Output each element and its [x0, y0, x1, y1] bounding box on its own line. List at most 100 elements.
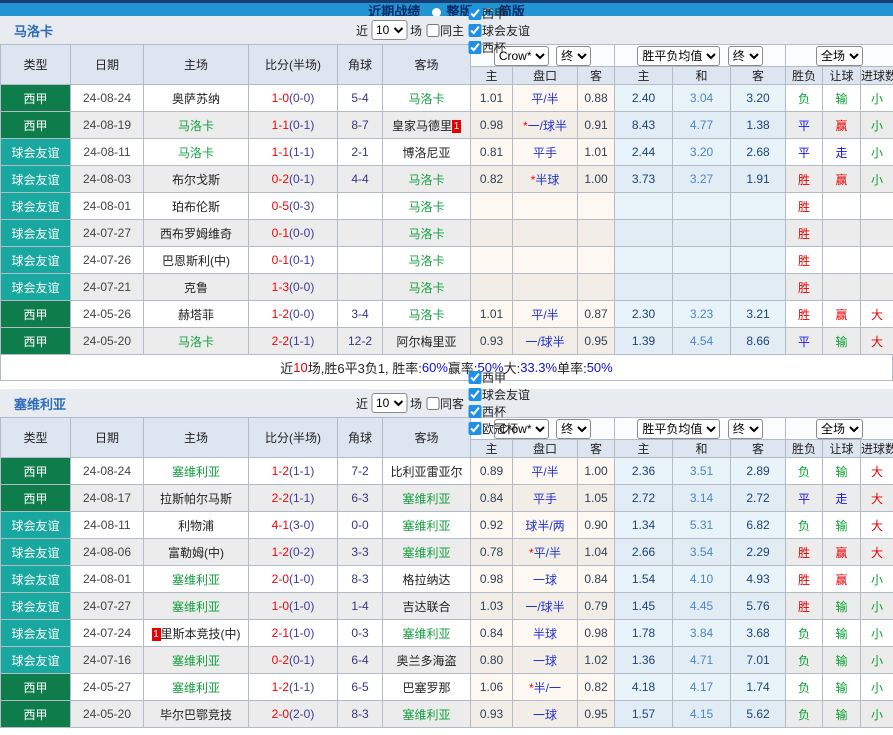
match-row: 西甲24-05-27塞维利亚1-2(1-1)6-5巴塞罗那1.06*半/一0.8… [1, 674, 893, 701]
col-handicap-result: 赢 [823, 566, 861, 593]
col-handicap-result: 赢 [823, 112, 861, 139]
col-date: 24-08-24 [71, 85, 144, 112]
same-venue-checkbox[interactable]: 同客 [426, 395, 464, 412]
col-handicap [513, 247, 578, 274]
col-result: 负 [786, 458, 823, 485]
col-goals-result: 小 [861, 674, 893, 701]
col-home-team: 塞维利亚 [144, 566, 249, 593]
col-crow-home-odds: 1.01 [471, 85, 513, 112]
col-avg-draw: 4.71 [673, 647, 731, 674]
col-handicap: *平/半 [513, 539, 578, 566]
col-home-team: 富勒姆(中) [144, 539, 249, 566]
league-filter-checkbox[interactable]: 球会友谊 [468, 386, 530, 403]
sub-header-handicap-result: 让球 [823, 67, 861, 85]
col-league-type: 球会友谊 [1, 139, 71, 166]
match-row: 西甲24-08-19马洛卡1-1(0-1)8-7皇家马德里10.98*一/球半0… [1, 112, 893, 139]
col-crow-home-odds: 0.84 [471, 485, 513, 512]
col-league-type: 球会友谊 [1, 539, 71, 566]
col-score: 2-0(1-0) [249, 566, 338, 593]
col-avg-draw: 3.23 [673, 301, 731, 328]
col-crow-away-odds: 0.88 [578, 85, 615, 112]
col-avg-draw: 4.17 [673, 674, 731, 701]
col-away-team: 奥兰多海盗 [383, 647, 471, 674]
col-avg-draw: 4.45 [673, 593, 731, 620]
col-score: 0-2(0-1) [249, 166, 338, 193]
league-filter-checkbox[interactable]: 西杯 [468, 403, 530, 420]
col-handicap: 半球 [513, 620, 578, 647]
col-away-team: 塞维利亚 [383, 701, 471, 728]
col-crow-home-odds: 0.81 [471, 139, 513, 166]
col-avg-away: 2.29 [731, 539, 786, 566]
col-score: 0-1(0-1) [249, 247, 338, 274]
league-filter-checkbox[interactable]: 西甲 [468, 369, 530, 386]
filter-bar: 近 10 场 同主 西甲球会友谊西杯 [356, 16, 530, 44]
same-venue-checkbox[interactable]: 同主 [426, 22, 464, 39]
sub-header-crow-away: 客 [578, 440, 615, 458]
col-away-team: 塞维利亚 [383, 539, 471, 566]
match-row: 球会友谊24-07-241里斯本竞技(中)2-1(1-0)0-3塞维利亚0.84… [1, 620, 893, 647]
scope-select[interactable]: 全场 [816, 46, 863, 66]
avg-select-cell: 胜平负均值 终 [615, 45, 786, 67]
col-home-team: 塞维利亚 [144, 674, 249, 701]
crow-final-select[interactable]: 终 [556, 419, 591, 439]
avg-final-select[interactable]: 终 [728, 46, 763, 66]
col-result: 负 [786, 620, 823, 647]
col-goals-result: 大 [861, 301, 893, 328]
avg-odds-select[interactable]: 胜平负均值 [637, 46, 720, 66]
col-crow-home-odds: 0.98 [471, 566, 513, 593]
col-avg-draw: 5.31 [673, 512, 731, 539]
col-result: 胜 [786, 539, 823, 566]
matches-table: 类型 日期 主场 比分(半场) 角球 客场 Crow* 终 胜平负均值 终 [0, 417, 893, 728]
col-avg-draw [673, 247, 731, 274]
avg-odds-select[interactable]: 胜平负均值 [637, 419, 720, 439]
crow-final-select[interactable]: 终 [556, 46, 591, 66]
avg-final-select[interactable]: 终 [728, 419, 763, 439]
col-handicap: 平手 [513, 139, 578, 166]
radio-full-version[interactable] [432, 8, 441, 16]
col-crow-away-odds: 1.00 [578, 166, 615, 193]
match-row: 球会友谊24-07-21克鲁1-3(0-0)马洛卡胜 [1, 274, 893, 301]
col-avg-draw: 4.15 [673, 701, 731, 728]
col-corners: 8-3 [338, 701, 383, 728]
league-filter-checkbox[interactable]: 球会友谊 [468, 22, 530, 39]
sub-header-crow-away: 客 [578, 67, 615, 85]
col-away-team: 塞维利亚 [383, 620, 471, 647]
col-home-team: 塞维利亚 [144, 647, 249, 674]
col-corners: 4-4 [338, 166, 383, 193]
col-score: 0-5(0-3) [249, 193, 338, 220]
col-crow-home-odds: 0.84 [471, 620, 513, 647]
league-filter-checkbox[interactable]: 西杯 [468, 39, 530, 56]
col-avg-away: 5.76 [731, 593, 786, 620]
col-home-team: 马洛卡 [144, 112, 249, 139]
sub-header-avg-away: 客 [731, 67, 786, 85]
league-filter-checkbox[interactable]: 欧冠杯 [468, 420, 530, 437]
col-crow-away-odds: 1.01 [578, 139, 615, 166]
col-away-team: 马洛卡 [383, 166, 471, 193]
col-avg-home: 8.43 [615, 112, 673, 139]
col-league-type: 球会友谊 [1, 274, 71, 301]
recent-count-select[interactable]: 10 [371, 393, 407, 413]
col-result: 负 [786, 647, 823, 674]
match-row: 球会友谊24-08-03布尔戈斯0-2(0-1)4-4马洛卡0.82*半球1.0… [1, 166, 893, 193]
col-header-corner: 角球 [338, 45, 383, 85]
col-result: 胜 [786, 566, 823, 593]
col-home-team: 利物浦 [144, 512, 249, 539]
sub-header-handicap: 盘口 [513, 67, 578, 85]
col-crow-away-odds [578, 247, 615, 274]
scope-select[interactable]: 全场 [816, 419, 863, 439]
match-row: 球会友谊24-07-27塞维利亚1-0(1-0)1-4吉达联合1.03一/球半0… [1, 593, 893, 620]
league-filter-checkbox[interactable]: 西甲 [468, 5, 530, 22]
recent-count-select[interactable]: 10 [371, 20, 407, 40]
match-row: 西甲24-05-20毕尔巴鄂竞技2-0(2-0)8-3塞维利亚0.93一球0.9… [1, 701, 893, 728]
col-date: 24-07-21 [71, 274, 144, 301]
col-avg-away: 2.72 [731, 485, 786, 512]
col-avg-away: 1.38 [731, 112, 786, 139]
col-crow-home-odds: 0.92 [471, 512, 513, 539]
col-date: 24-07-26 [71, 247, 144, 274]
match-row: 球会友谊24-08-11马洛卡1-1(1-1)2-1博洛尼亚0.81平手1.01… [1, 139, 893, 166]
match-row: 球会友谊24-08-11利物浦4-1(3-0)0-0塞维利亚0.92球半/两0.… [1, 512, 893, 539]
col-league-type: 球会友谊 [1, 593, 71, 620]
col-score: 0-2(0-1) [249, 647, 338, 674]
col-date: 24-08-17 [71, 485, 144, 512]
col-header-away: 客场 [383, 45, 471, 85]
